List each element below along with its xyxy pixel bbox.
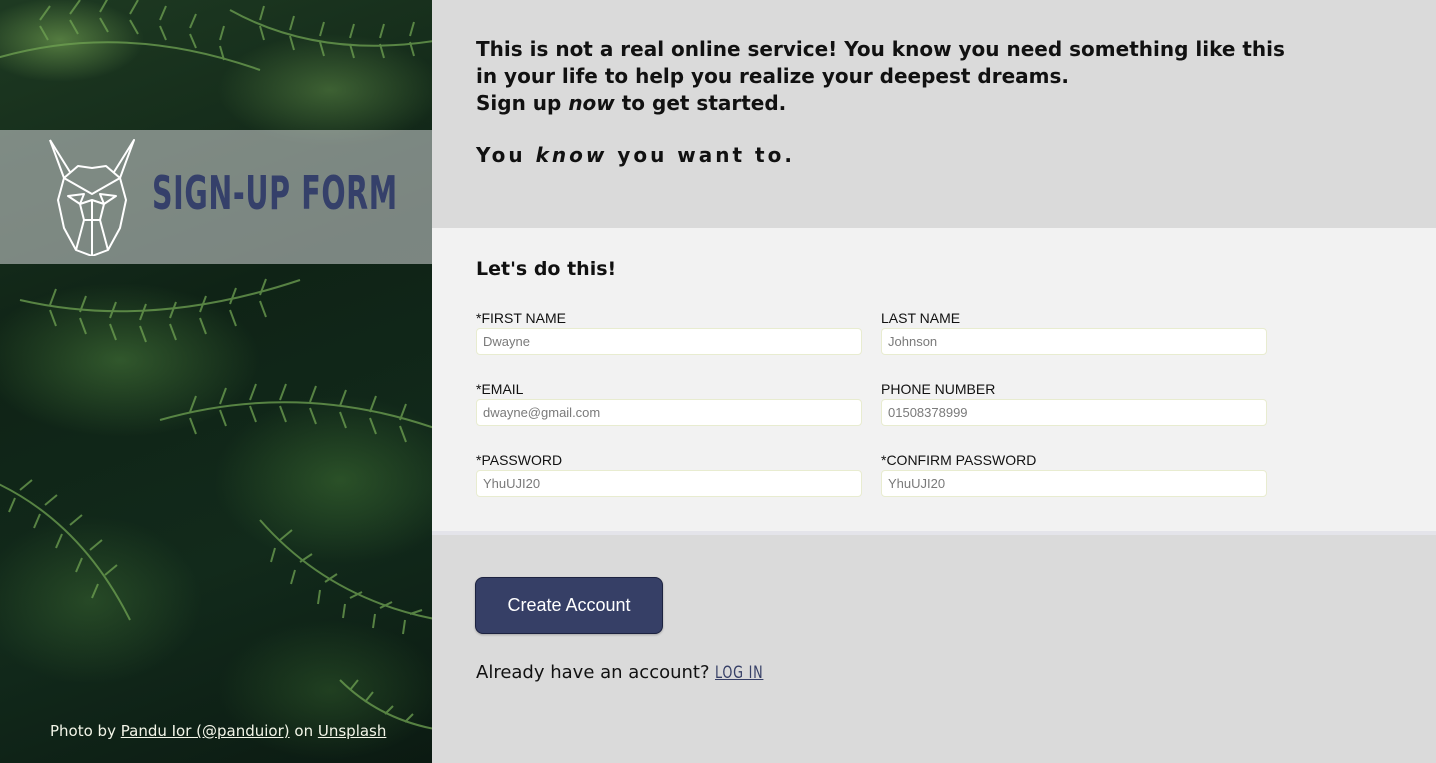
last-name-field: LAST NAME (881, 309, 1267, 355)
intro-line-1: This is not a real online service! You k… (476, 37, 1285, 88)
create-account-button[interactable]: Create Account (475, 577, 663, 634)
email-input[interactable] (476, 399, 862, 426)
credit-site-link[interactable]: Unsplash (318, 722, 387, 740)
phone-input[interactable] (881, 399, 1267, 426)
form-heading: Let's do this! (476, 258, 617, 280)
credit-author-link[interactable]: Pandu Ior (@panduior) (121, 722, 290, 740)
logo-banner: SIGN-UP FORM (0, 130, 432, 264)
login-link[interactable]: LOG IN (715, 663, 763, 683)
password-field: *PASSWORD (476, 451, 862, 497)
intro-line-2-before: Sign up (476, 91, 562, 115)
credit-middle: on (294, 722, 314, 740)
confirm-password-input[interactable] (881, 470, 1267, 497)
confirm-password-label: *CONFIRM PASSWORD (881, 452, 1037, 468)
email-label: *EMAIL (476, 381, 524, 397)
signup-form-panel: Let's do this! *FIRST NAME LAST NAME *EM… (432, 228, 1436, 535)
hero-panel: SIGN-UP FORM Photo by Pandu Ior (@pandui… (0, 0, 432, 763)
intro-section: This is not a real online service! You k… (476, 36, 1296, 167)
last-name-label: LAST NAME (881, 310, 961, 326)
confirm-password-field: *CONFIRM PASSWORD (881, 451, 1267, 497)
last-name-input[interactable] (881, 328, 1267, 355)
brand-title: SIGN-UP FORM (152, 166, 398, 220)
login-prompt-text: Already have an account? (476, 662, 710, 683)
tagline-after: you want to. (617, 143, 795, 167)
photo-credit: Photo by Pandu Ior (@panduior) on Unspla… (50, 722, 386, 740)
tagline: You know you want to. (476, 143, 1296, 167)
first-name-input[interactable] (476, 328, 862, 355)
email-field: *EMAIL (476, 380, 862, 426)
tagline-emphasis: know (535, 143, 608, 167)
phone-field: PHONE NUMBER (881, 380, 1267, 426)
login-prompt-line: Already have an account? LOG IN (476, 662, 780, 683)
first-name-field: *FIRST NAME (476, 309, 862, 355)
phone-label: PHONE NUMBER (881, 381, 996, 397)
intro-line-2-emphasis: now (568, 91, 615, 115)
tagline-before: You (476, 143, 526, 167)
password-label: *PASSWORD (476, 452, 563, 468)
credit-prefix: Photo by (50, 722, 116, 740)
intro-text: This is not a real online service! You k… (476, 36, 1296, 117)
intro-line-2-after: to get started. (621, 91, 787, 115)
first-name-label: *FIRST NAME (476, 310, 566, 326)
viking-logo-icon (49, 139, 135, 256)
fern-background-image (0, 0, 432, 730)
password-input[interactable] (476, 470, 862, 497)
